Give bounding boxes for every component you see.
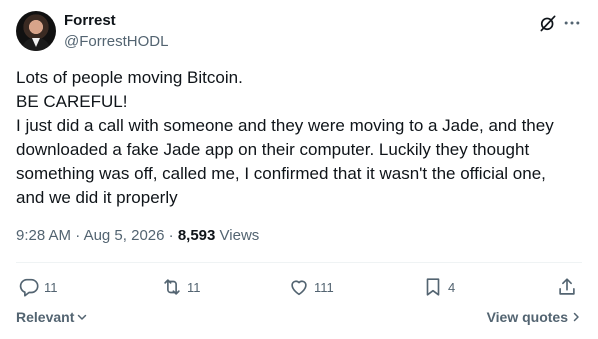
bookmark-count: 4 (448, 279, 456, 295)
tweet-line: Lots of people moving Bitcoin. (16, 68, 243, 87)
share-icon (559, 278, 575, 295)
view-quotes-label: View quotes (486, 309, 568, 325)
tweet-header: Forrest @ForrestHODL (16, 10, 582, 54)
tweet-line: I just did a call with someone and they … (16, 116, 554, 135)
tweet-line: something was off, called me, I confirme… (16, 164, 546, 183)
repost-icon (164, 279, 180, 295)
views-label: Views (219, 227, 260, 244)
chevron-down-icon (78, 314, 87, 320)
reply-icon (19, 278, 39, 297)
meta-separator: · (164, 227, 178, 244)
view-quotes-link[interactable]: View quotes (487, 309, 582, 325)
like-count: 111 (314, 279, 334, 295)
views-count: 8,593 (177, 227, 216, 244)
repost-count: 11 (187, 279, 201, 295)
action-bar: 11 11 111 4 (16, 276, 582, 300)
reply-footer: Relevant View quotes (16, 309, 582, 329)
divider (16, 262, 582, 263)
tweet-time[interactable]: 9:28 AM (16, 227, 71, 244)
avatar[interactable] (16, 11, 56, 51)
tweet-text: Lots of people moving Bitcoin. BE CAREFU… (16, 66, 582, 210)
tweet-line: BE CAREFUL! (16, 92, 128, 111)
sort-label: Relevant (16, 309, 75, 325)
like-icon (291, 280, 307, 296)
meta-separator: · (71, 227, 84, 244)
tweet-line: and we did it properly (16, 188, 178, 207)
grok-icon[interactable] (538, 13, 558, 33)
sort-relevant-dropdown[interactable]: Relevant (16, 309, 88, 325)
author-name[interactable]: Forrest (64, 12, 116, 29)
tweet-date[interactable]: Aug 5, 2026 (84, 227, 165, 244)
tweet-line: downloaded a fake Jade app on their comp… (16, 140, 530, 159)
repost-button[interactable]: 11 (161, 276, 201, 298)
bookmark-button[interactable]: 4 (422, 276, 455, 298)
tweet-meta: 9:28 AM · Aug 5, 2026 · 8,593 Views (16, 227, 259, 244)
chevron-right-icon (573, 312, 579, 322)
reply-button[interactable]: 11 (18, 276, 58, 298)
more-icon[interactable] (562, 13, 582, 33)
bookmark-icon (426, 278, 440, 296)
like-button[interactable]: 111 (288, 276, 334, 298)
reply-count: 11 (44, 279, 58, 295)
share-button[interactable] (556, 276, 578, 298)
author-handle[interactable]: @ForrestHODL (64, 33, 168, 50)
